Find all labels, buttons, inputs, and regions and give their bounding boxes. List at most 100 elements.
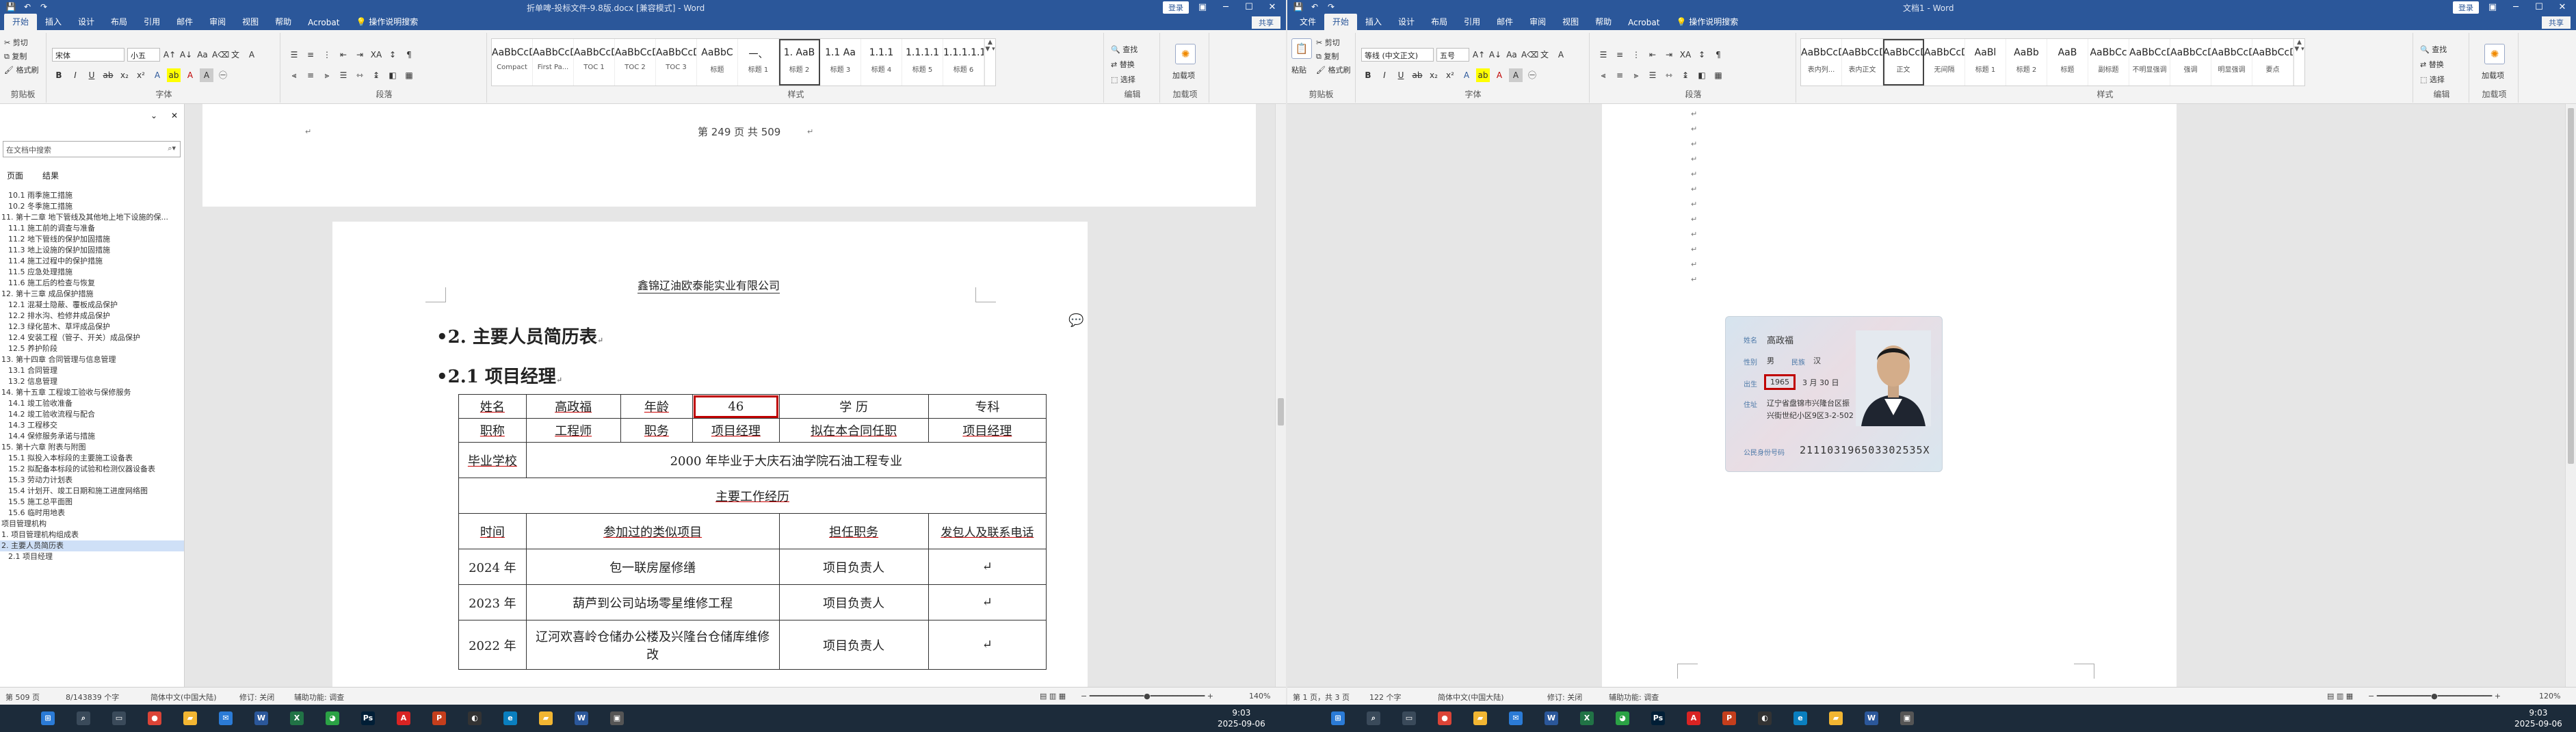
bullets-icon[interactable]: ☰ (1596, 48, 1610, 62)
style-item[interactable]: AaB 标题 (2047, 39, 2088, 86)
word-icon[interactable]: W (575, 711, 588, 725)
word-icon[interactable]: W (254, 711, 268, 725)
tab-home[interactable]: 开始 (1324, 14, 1358, 30)
strikethrough-icon[interactable]: ab (101, 68, 115, 82)
style-item[interactable]: AaBbCcDc 强调 (2170, 39, 2211, 86)
share-button[interactable]: 共享 (1252, 16, 1280, 29)
grow-font-icon[interactable]: A↑ (163, 48, 176, 62)
subscript-icon[interactable]: x₂ (1427, 68, 1441, 82)
cell-education-value[interactable]: 专科 (928, 394, 1047, 419)
nav-heading-item[interactable]: 12. 第十三章 成品保护措施 (0, 289, 184, 300)
cell-contact-header[interactable]: 发包人及联系电话 (928, 513, 1047, 549)
nav-heading-item[interactable]: 14.2 竣工验收流程与配合 (0, 409, 184, 420)
sort-icon[interactable]: ↕ (1695, 48, 1709, 62)
cell-school-value[interactable]: 2000 年毕业于大庆石油学院石油工程专业 (525, 442, 1047, 478)
style-item[interactable]: AaBbCcDc TOC 3 (656, 39, 697, 86)
maximize-icon[interactable]: ☐ (1239, 1, 1259, 14)
cell-education-label[interactable]: 学 历 (778, 394, 929, 419)
char-border-icon[interactable]: A (1554, 48, 1568, 62)
sort-icon[interactable]: ↕ (386, 48, 399, 62)
nav-heading-item[interactable]: 15. 第十六章 附表与附图 (0, 442, 184, 453)
redo-icon[interactable]: ↷ (1326, 2, 1337, 12)
tab-mailings[interactable]: 邮件 (1488, 14, 1521, 30)
tab-help[interactable]: 帮助 (267, 14, 300, 30)
align-left-icon[interactable]: ⫷ (1596, 68, 1610, 82)
align-left-icon[interactable]: ⫷ (287, 68, 301, 82)
clear-format-icon[interactable]: A⌫ (212, 48, 229, 62)
clear-format-icon[interactable]: A⌫ (1521, 48, 1538, 62)
cell-project[interactable]: 葫芦到公司站场零星维修工程 (525, 584, 780, 620)
nav-heading-item[interactable]: 13.1 合同管理 (0, 365, 184, 376)
change-case-icon[interactable]: Aa (196, 48, 209, 62)
minimize-icon[interactable]: ─ (2506, 1, 2525, 14)
nav-heading-item[interactable]: 11.6 施工后的检查与恢复 (0, 278, 184, 289)
redo-icon[interactable]: ↷ (38, 2, 49, 12)
cell-work-history-title[interactable]: 主要工作经历 (458, 478, 1047, 514)
search-icon[interactable]: ⌕ (77, 711, 90, 725)
nav-heading-item[interactable]: 14.1 竣工验收准备 (0, 398, 184, 409)
copy-button[interactable]: ⧉ 复制 (4, 51, 27, 62)
line-spacing-icon[interactable]: ↨ (1679, 68, 1692, 82)
nav-heading-item[interactable]: 11.1 施工前的调查与准备 (0, 223, 184, 234)
nav-heading-item[interactable]: 12.5 养护阶段 (0, 343, 184, 354)
increase-indent-icon[interactable]: ⇥ (353, 48, 367, 62)
font-size-dropdown[interactable]: 五号 (1436, 48, 1469, 62)
grow-font-icon[interactable]: A↑ (1472, 48, 1486, 62)
text-effects-icon[interactable]: A (1460, 68, 1473, 82)
bold-icon[interactable]: B (52, 68, 66, 82)
decrease-indent-icon[interactable]: ⇤ (337, 48, 350, 62)
tab-mailings[interactable]: 邮件 (168, 14, 201, 30)
justify-icon[interactable]: ☰ (1646, 68, 1659, 82)
zoom-level[interactable]: 140% (1249, 692, 1270, 701)
ribbon-display-icon[interactable]: ▣ (2483, 1, 2502, 14)
style-item[interactable]: AaBbCc 副标题 (2088, 39, 2129, 86)
zoom-level[interactable]: 120% (2539, 692, 2560, 701)
nav-tab-pages[interactable]: 页面 (7, 170, 23, 181)
style-item[interactable]: AaBbCcDc 明显强调 (2211, 39, 2252, 86)
view-mode-icons[interactable]: ▤ ▥ ▦ (1040, 692, 1066, 701)
styles-more-chevron-icon[interactable]: ▲ ▼ ▾ (2294, 39, 2304, 86)
addins-icon[interactable]: ✺ (2484, 44, 2505, 64)
cell-year[interactable]: 2023 年 (458, 584, 527, 620)
login-button[interactable]: 登录 (2453, 1, 2479, 14)
cell-duty[interactable]: 项目负责人 (778, 620, 929, 670)
char-shading-icon[interactable]: A (200, 68, 213, 82)
cell-duty-header[interactable]: 担任职务 (778, 513, 929, 549)
italic-icon[interactable]: I (1378, 68, 1391, 82)
cell-age-value[interactable]: 46 (692, 394, 780, 419)
cell-duty[interactable]: 项目负责人 (778, 549, 929, 585)
cell-project[interactable]: 辽河欢喜岭仓储办公楼及兴隆台仓储库维修改 (525, 620, 780, 670)
nav-heading-item[interactable]: 2. 主要人员简历表 (0, 540, 184, 551)
nav-heading-item[interactable]: 12.4 安装工程（管子、开关）成品保护 (0, 332, 184, 343)
tab-acrobat[interactable]: Acrobat (300, 16, 347, 30)
cut-button[interactable]: ✂ 剪切 (1316, 37, 1340, 48)
explorer-icon[interactable]: ▰ (1473, 711, 1487, 725)
page-count[interactable]: 第 509 页 (5, 692, 40, 703)
style-item[interactable]: AaBbCcDc 表内正文 (1842, 39, 1883, 86)
task-view-icon[interactable]: ▭ (1402, 711, 1416, 725)
nav-heading-item[interactable]: 14.4 保修服务承诺与措施 (0, 431, 184, 442)
cell-school-label[interactable]: 毕业学校 (458, 442, 527, 478)
language-status[interactable]: 简体中文(中国大陆) (150, 692, 217, 703)
align-right-icon[interactable]: ⫸ (320, 68, 334, 82)
nav-heading-item[interactable]: 13.2 信息管理 (0, 376, 184, 387)
tab-file[interactable]: 文件 (1291, 14, 1324, 30)
style-item[interactable]: AaBbCcDc 表内列... (1801, 39, 1842, 86)
style-item[interactable]: AaBbCcDc 无间隔 (1924, 39, 1965, 86)
nav-heading-item[interactable]: 1. 项目管理机构组成表 (0, 530, 184, 540)
font-name-dropdown[interactable]: 宋体 (52, 48, 124, 62)
close-icon[interactable]: ✕ (1263, 1, 1282, 14)
style-item[interactable]: AaBbCcDc 不明显强调 (2129, 39, 2170, 86)
acrobat-icon[interactable]: A (397, 711, 410, 725)
tab-view[interactable]: 视图 (1554, 14, 1587, 30)
nav-heading-item[interactable]: 11.4 施工过程中的保护措施 (0, 256, 184, 267)
word-icon[interactable]: W (1865, 711, 1878, 725)
phonetic-icon[interactable]: 文 (228, 48, 242, 62)
nav-heading-item[interactable]: 15.5 施工总平面图 (0, 497, 184, 508)
nav-heading-item[interactable]: 15.1 拟投入本标段的主要施工设备表 (0, 453, 184, 464)
align-center-icon[interactable]: ≡ (1613, 68, 1627, 82)
styles-more-chevron-icon[interactable]: ▲ ▼ ▾ (984, 39, 995, 86)
nav-heading-item[interactable]: 12.1 混凝土隐蔽、覆板成品保护 (0, 300, 184, 311)
highlight-icon[interactable]: ab (1476, 68, 1490, 82)
replace-button[interactable]: ⇄ 替换 (1111, 59, 1135, 70)
